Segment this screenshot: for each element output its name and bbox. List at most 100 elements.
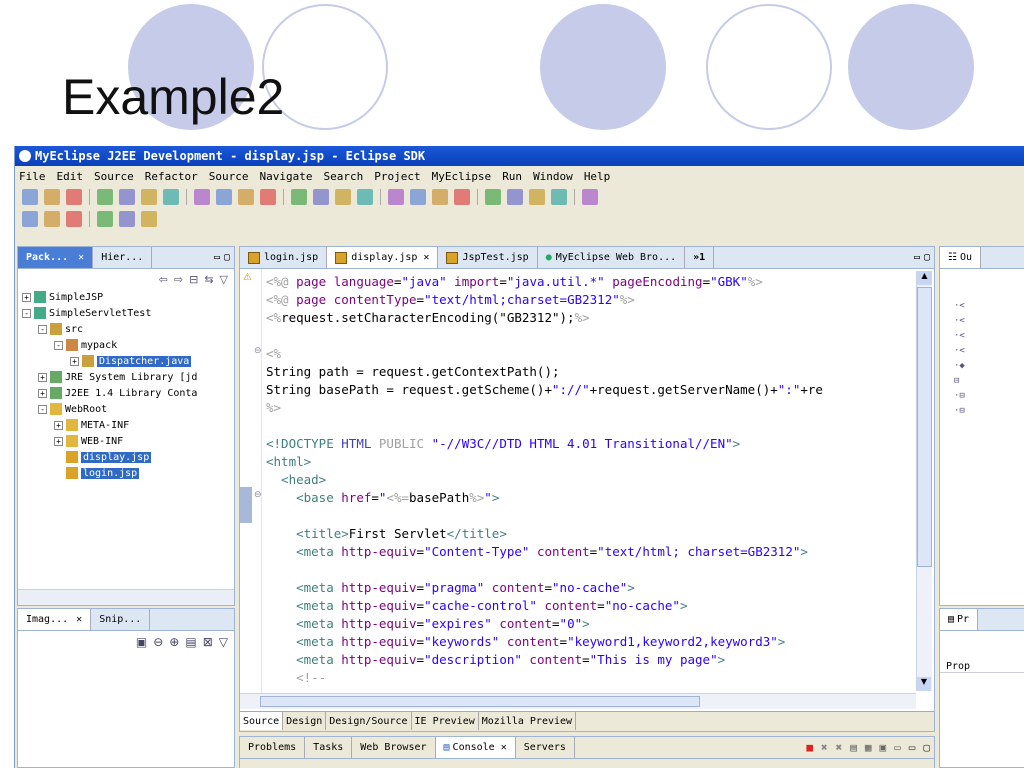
menu-item-edit[interactable]: Edit	[57, 170, 84, 183]
outline-node[interactable]: ⊟	[954, 374, 1024, 389]
scroll-up-icon[interactable]: ▲	[917, 271, 932, 285]
back-icon[interactable]	[119, 211, 135, 227]
menu-item-window[interactable]: Window	[533, 170, 573, 183]
run-icon[interactable]	[410, 189, 426, 205]
tab-mozilla-preview[interactable]: Mozilla Preview	[478, 712, 577, 730]
expand-toggle-icon[interactable]: +	[22, 292, 31, 302]
tree-node[interactable]: + JRE System Library [jd	[22, 369, 234, 385]
terminate-icon[interactable]: ■	[806, 741, 813, 754]
outline-node[interactable]: ·⊟	[954, 404, 1024, 419]
debug-icon[interactable]	[388, 189, 404, 205]
tree-node[interactable]: - WebRoot	[22, 401, 234, 417]
expand-toggle-icon[interactable]: -	[38, 404, 47, 414]
tab-design[interactable]: Design	[283, 712, 327, 730]
servlet-icon[interactable]	[216, 189, 232, 205]
minimize-icon[interactable]: ▭	[914, 252, 920, 263]
menu-item-navigate[interactable]: Navigate	[259, 170, 312, 183]
close-icon[interactable]: ✕	[78, 252, 84, 263]
servlet-icon[interactable]	[507, 189, 523, 205]
tree-node[interactable]: + SimpleJSP	[22, 289, 234, 305]
save-icon[interactable]	[44, 189, 60, 205]
maximize-icon[interactable]: ▢	[224, 252, 230, 263]
expand-toggle-icon[interactable]: +	[54, 420, 63, 430]
view-menu-icon[interactable]: ▽	[220, 273, 228, 286]
forward-icon[interactable]: ⇨	[174, 273, 183, 286]
jsp-icon[interactable]	[529, 189, 545, 205]
back-icon[interactable]	[22, 211, 38, 227]
expand-toggle-icon[interactable]: -	[38, 324, 47, 334]
tree-node[interactable]: - SimpleServletTest	[22, 305, 234, 321]
forward-icon[interactable]	[44, 211, 60, 227]
expand-toggle-icon[interactable]: +	[38, 372, 47, 382]
new-icon[interactable]	[313, 189, 329, 205]
web-project-icon[interactable]	[485, 189, 501, 205]
tab-console[interactable]: ▤ Console ✕	[435, 737, 516, 758]
expand-toggle-icon[interactable]: +	[54, 436, 63, 446]
external-tools-icon[interactable]	[260, 189, 276, 205]
tab-tasks[interactable]: Tasks	[305, 737, 353, 758]
tab-properties[interactable]: ▤ Pr	[940, 609, 979, 630]
view-menu-icon[interactable]: ▽	[219, 635, 228, 649]
tab-hierarchy[interactable]: Hier...	[93, 247, 153, 268]
tree-node[interactable]: + WEB-INF	[22, 433, 234, 449]
collapse-all-icon[interactable]: ⊟	[189, 273, 198, 286]
actual-size-icon[interactable]: ▤	[185, 635, 196, 649]
tab-problems[interactable]: Problems	[240, 737, 306, 758]
pin-icon[interactable]: ▦	[865, 741, 872, 754]
menu-item-project[interactable]: Project	[374, 170, 420, 183]
outline-node[interactable]: ·<	[954, 344, 1024, 359]
web-project-icon[interactable]	[194, 189, 210, 205]
menu-item-search[interactable]: Search	[323, 170, 363, 183]
outline-node[interactable]: ·<	[954, 329, 1024, 344]
server-icon[interactable]	[163, 189, 179, 205]
save-icon[interactable]	[335, 189, 351, 205]
tab-jsptest-jsp[interactable]: JspTest.jsp	[438, 247, 538, 268]
horizontal-scrollbar[interactable]	[240, 693, 916, 709]
tab-web-browser[interactable]: ● MyEclipse Web Bro...	[538, 247, 686, 268]
tab-package-explorer[interactable]: Pack... ✕	[18, 247, 94, 268]
tab-login-jsp[interactable]: login.jsp	[240, 247, 328, 268]
vertical-scrollbar[interactable]: ▲ ▼	[916, 271, 932, 691]
tab-source[interactable]: Source	[240, 712, 284, 730]
tab-design-source[interactable]: Design/Source	[326, 712, 412, 730]
navigate-icon[interactable]	[97, 211, 113, 227]
tree-node[interactable]: - mypack	[22, 337, 234, 353]
tab-servers[interactable]: Servers	[516, 737, 575, 758]
tab-web-browser[interactable]: Web Browser	[352, 737, 436, 758]
maximize-icon[interactable]: ▢	[923, 741, 930, 754]
jsp-icon[interactable]	[238, 189, 254, 205]
deploy-icon[interactable]	[432, 189, 448, 205]
scroll-thumb[interactable]	[917, 287, 932, 567]
back-icon[interactable]: ⇦	[159, 273, 168, 286]
remove-launch-icon[interactable]: ✖	[821, 741, 828, 754]
tab-outline[interactable]: ☷ Ou	[940, 247, 982, 268]
close-icon[interactable]: ✕	[76, 614, 82, 625]
expand-toggle-icon[interactable]: +	[70, 356, 79, 366]
forward-icon[interactable]	[141, 211, 157, 227]
expand-toggle-icon[interactable]: -	[54, 340, 63, 350]
zoom-out-icon[interactable]: ⊖	[153, 635, 163, 649]
tree-node[interactable]: + META-INF	[22, 417, 234, 433]
search-icon[interactable]	[582, 189, 598, 205]
menu-item-file[interactable]: File	[19, 170, 46, 183]
zoom-in-icon[interactable]: ⊕	[169, 635, 179, 649]
minimize-icon[interactable]: ▭	[909, 741, 916, 754]
tab-image[interactable]: Imag... ✕	[18, 609, 92, 630]
tree-node[interactable]: + Dispatcher.java	[22, 353, 234, 369]
menu-item-source[interactable]: Source	[94, 170, 134, 183]
minimize-icon[interactable]: ▭	[214, 252, 220, 263]
display-console-icon[interactable]: ▣	[880, 741, 887, 754]
fit-icon[interactable]: ⊠	[203, 635, 213, 649]
open-console-icon[interactable]: ▭	[894, 741, 901, 754]
image-icon[interactable]: ▣	[136, 635, 147, 649]
source-editor[interactable]: <%@ page language="java" import="java.ut…	[266, 273, 906, 691]
outline-node[interactable]: ·◆	[954, 359, 1024, 374]
fold-icon[interactable]: ⊖	[254, 346, 262, 356]
tab-display-jsp[interactable]: display.jsp ✕	[327, 247, 439, 268]
debug-icon[interactable]	[97, 189, 113, 205]
menu-item-source[interactable]: Source	[209, 170, 249, 183]
outline-node[interactable]: ·⊟	[954, 389, 1024, 404]
search-icon[interactable]	[291, 189, 307, 205]
new-icon[interactable]	[22, 189, 38, 205]
deploy-icon[interactable]	[141, 189, 157, 205]
